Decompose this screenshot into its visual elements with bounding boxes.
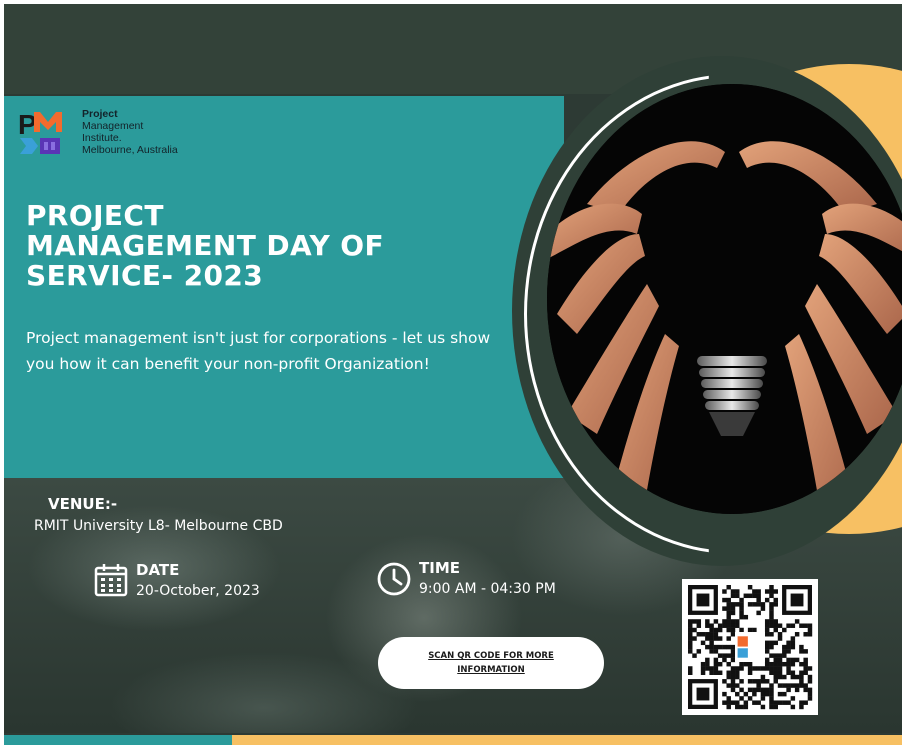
title-line-2: MANAGEMENT DAY OF bbox=[26, 229, 385, 262]
venue-label: VENUE:- bbox=[48, 495, 118, 513]
scan-qr-label: SCAN QR CODE FOR MORE INFORMATION bbox=[428, 651, 554, 675]
qr-code-image bbox=[688, 585, 813, 710]
bottom-strip-teal bbox=[4, 735, 232, 745]
event-subtitle: Project management isn't just for corpor… bbox=[26, 329, 491, 373]
pmi-logo-icon: P bbox=[18, 109, 62, 154]
qr-code[interactable] bbox=[682, 579, 818, 715]
time-label: TIME bbox=[419, 559, 460, 577]
title-line-3: SERVICE- 2023 bbox=[26, 259, 264, 292]
logo-name-line1: Project bbox=[82, 108, 118, 120]
event-poster: P Project Management Institute. Melbourn… bbox=[4, 4, 902, 745]
bottom-strip-yellow bbox=[232, 735, 902, 745]
venue-value: RMIT University L8- Melbourne CBD bbox=[34, 518, 283, 534]
pmi-logo-text: Project Management Institute. Melbourne,… bbox=[82, 108, 222, 156]
time-value: 9:00 AM - 04:30 PM bbox=[419, 581, 556, 597]
date-label: DATE bbox=[136, 561, 180, 579]
hands-lightbulb-illustration bbox=[547, 84, 902, 514]
title-line-1: PROJECT bbox=[26, 199, 164, 232]
calendar-icon bbox=[94, 564, 128, 597]
scan-qr-button[interactable]: SCAN QR CODE FOR MORE INFORMATION bbox=[378, 637, 604, 689]
svg-text:P: P bbox=[18, 109, 37, 140]
logo-name-rest: Management Institute. Melbourne, Austral… bbox=[82, 120, 178, 156]
date-value: 20-October, 2023 bbox=[136, 583, 260, 599]
event-title: PROJECT MANAGEMENT DAY OF SERVICE- 2023 bbox=[26, 201, 506, 291]
hands-lightbulb-image bbox=[547, 84, 902, 514]
clock-icon bbox=[377, 562, 411, 596]
